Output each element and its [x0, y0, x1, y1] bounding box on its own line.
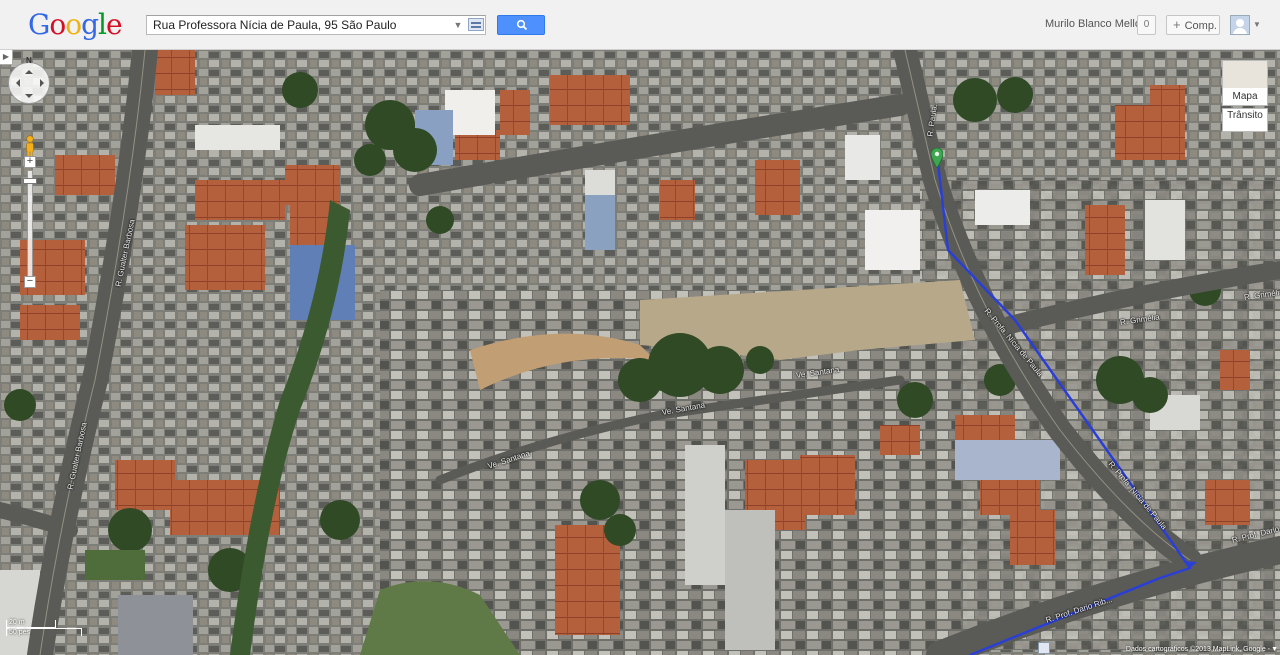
chevron-down-icon[interactable]: ▼ [451, 17, 465, 33]
chevron-down-icon[interactable]: ▼ [1253, 20, 1261, 29]
logo-letter: o [49, 8, 66, 41]
share-button[interactable]: + Comp. [1166, 15, 1220, 35]
share-label: Comp. [1184, 20, 1217, 32]
search-box: ▼ [146, 15, 486, 35]
search-icon [516, 19, 528, 31]
notifications-button[interactable]: 0 [1137, 15, 1156, 35]
zoom-out-button[interactable]: − [24, 276, 36, 288]
user-name[interactable]: Murilo Blanco Mello [1045, 18, 1141, 30]
pan-left-icon[interactable] [12, 79, 20, 87]
traffic-layer-button[interactable]: Trânsito [1222, 108, 1268, 132]
map-attribution[interactable]: Dados cartográficos ©2013 MapLink, Googl… [1126, 646, 1270, 653]
zoom-slider-handle[interactable] [23, 178, 37, 184]
logo-letter: l [98, 8, 107, 41]
zoom-slider-track[interactable] [27, 170, 33, 285]
satellite-map[interactable]: R. Gualter Barbosa R. Gualter Barbosa R.… [0, 50, 1280, 655]
avatar[interactable] [1230, 15, 1250, 35]
search-button[interactable] [497, 15, 545, 35]
scale-label-imperial: 50 pés [9, 629, 31, 636]
search-input[interactable] [147, 16, 459, 34]
plus-icon: + [1173, 17, 1181, 32]
pan-right-icon[interactable] [40, 79, 48, 87]
collapse-panel-button[interactable]: ▶ [0, 50, 13, 65]
logo-letter: g [81, 8, 99, 41]
compass-north-icon: N [26, 56, 32, 65]
keyboard-icon[interactable] [468, 18, 484, 31]
map-layer-label[interactable]: Mapa [1222, 88, 1268, 106]
logo-letter: G [28, 8, 50, 41]
scale-bar: 20 m 50 pés [6, 619, 82, 638]
ad-icon[interactable] [1038, 642, 1050, 654]
pan-up-icon[interactable] [25, 66, 33, 74]
pan-control[interactable] [8, 62, 50, 104]
pan-down-icon[interactable] [25, 94, 33, 102]
scale-label-metric: 20 m [9, 619, 25, 626]
chevron-down-icon[interactable]: ▼ [1271, 646, 1278, 653]
logo-letter: e [106, 8, 123, 41]
top-bar: Google ▼ Murilo Blanco Mello 0 +Comp. ▼ [0, 0, 1280, 50]
logo-letter: o [65, 8, 82, 41]
google-logo[interactable]: Google [28, 8, 123, 41]
location-pin-icon[interactable] [931, 148, 943, 168]
zoom-in-button[interactable]: + [24, 156, 36, 168]
satellite-imagery [0, 50, 1280, 655]
